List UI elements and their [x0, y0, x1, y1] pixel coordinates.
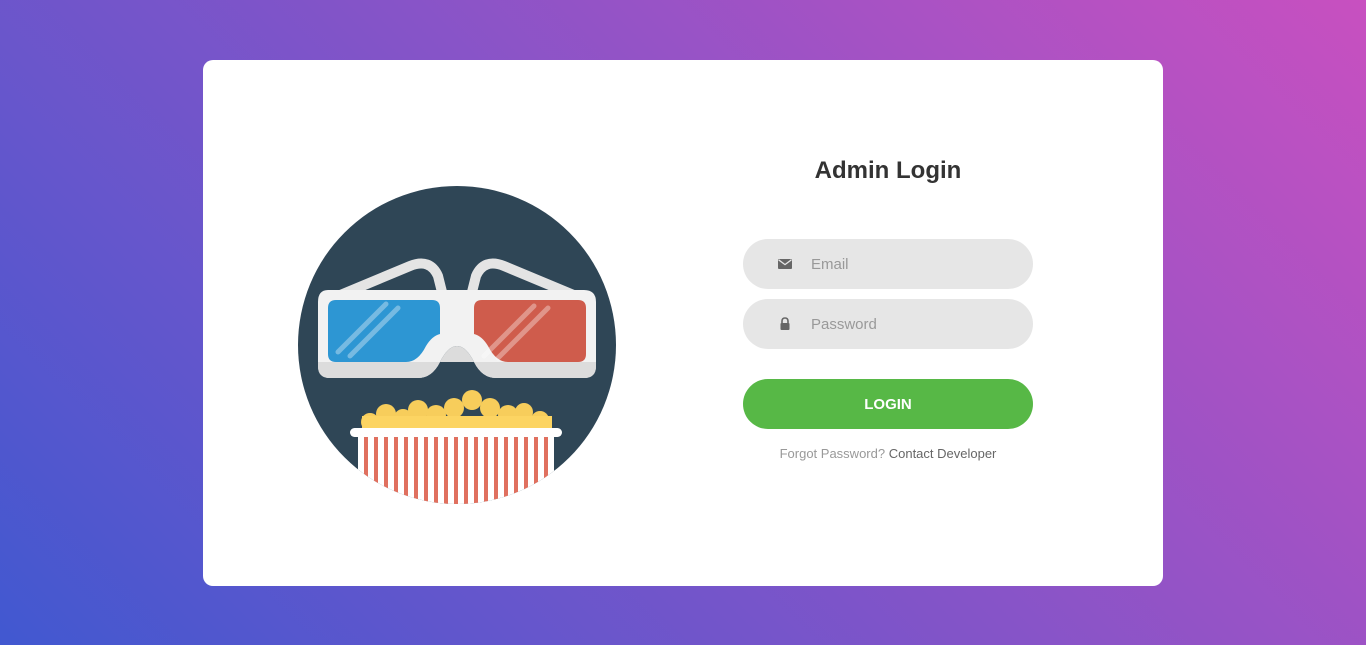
contact-developer-link[interactable]: Contact Developer	[889, 446, 997, 461]
password-field-wrapper	[743, 299, 1033, 349]
login-card: Admin Login LOGIN Forgot Password? Conta…	[203, 60, 1163, 586]
email-input[interactable]	[811, 239, 1011, 289]
email-field-wrapper	[743, 239, 1033, 289]
login-button[interactable]: LOGIN	[743, 379, 1033, 429]
forgot-password-text: Forgot Password?	[779, 446, 886, 461]
forgot-password-row: Forgot Password? Contact Developer	[743, 445, 1033, 463]
login-form: Admin Login LOGIN Forgot Password? Conta…	[743, 156, 1033, 463]
page-title: Admin Login	[814, 157, 962, 184]
3d-glasses-popcorn-icon	[298, 186, 616, 504]
password-input[interactable]	[811, 299, 1011, 349]
lock-icon	[780, 317, 790, 330]
envelope-icon	[778, 259, 792, 269]
